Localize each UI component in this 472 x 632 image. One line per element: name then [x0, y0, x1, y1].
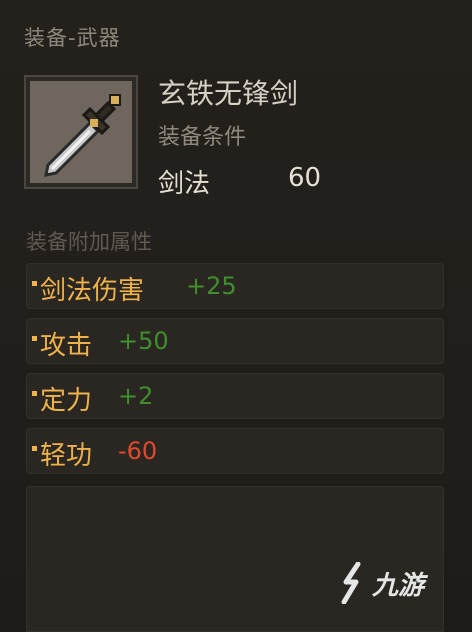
attribute-value: -60	[118, 437, 158, 465]
watermark-text: 九游	[372, 570, 425, 601]
requirement-skill: 剑法	[158, 169, 211, 199]
attributes-title: 装备附加属性	[26, 230, 152, 254]
attribute-value: +25	[186, 272, 237, 300]
attribute-value: +2	[118, 382, 154, 410]
description-box	[26, 486, 444, 632]
attribute-row: 攻击 +50	[26, 318, 444, 364]
bullet-icon	[32, 336, 37, 341]
jiuyou-logo-icon	[341, 562, 361, 604]
requirement-label: 装备条件	[158, 125, 247, 150]
attribute-row: 轻功 -60	[26, 428, 444, 474]
bullet-icon	[32, 446, 37, 451]
attribute-label: 攻击	[40, 331, 93, 361]
bullet-icon	[32, 281, 37, 286]
attribute-row: 剑法伤害 +25	[26, 263, 444, 309]
attribute-value: +50	[118, 327, 169, 355]
requirement-value: 60	[288, 163, 322, 193]
attribute-row: 定力 +2	[26, 373, 444, 419]
sword-icon	[44, 94, 121, 177]
equipment-panel: 装备-武器 玄铁无锋剑 装备条件 剑法 60 装备附加属性 剑法伤害 +25 攻…	[0, 0, 472, 632]
bullet-icon	[32, 391, 37, 396]
item-name: 玄铁无锋剑	[158, 77, 299, 110]
panel-title: 装备-武器	[24, 26, 121, 50]
watermark: 九游	[338, 562, 424, 604]
attribute-label: 剑法伤害	[40, 276, 145, 306]
attribute-label: 定力	[40, 386, 93, 416]
attribute-label: 轻功	[40, 441, 93, 471]
item-slot[interactable]	[24, 75, 138, 189]
